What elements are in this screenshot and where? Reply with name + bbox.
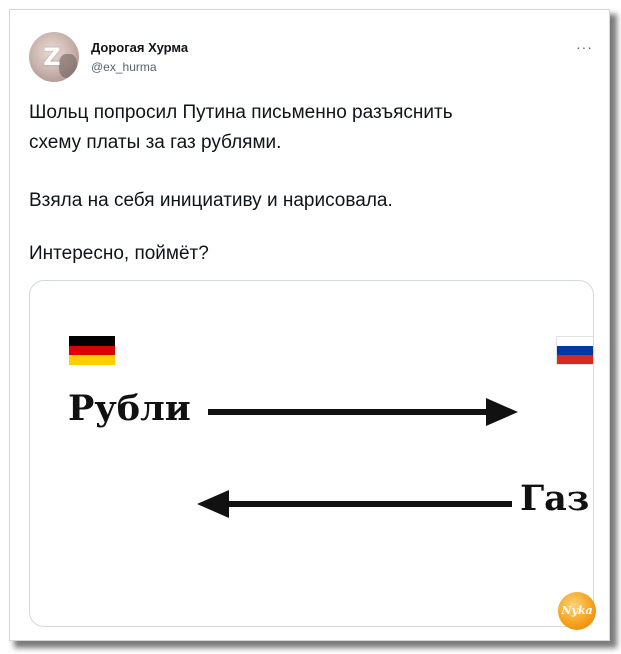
- watermark-logo: Nyka: [558, 592, 596, 630]
- russia-flag-icon: [556, 336, 593, 365]
- author-display-name[interactable]: Дорогая Хурма: [91, 40, 188, 55]
- avatar[interactable]: Z: [29, 32, 79, 82]
- tweet-text-line: схему платы за газ рублями.: [29, 132, 282, 153]
- author-handle[interactable]: @ex_hurma: [91, 60, 157, 74]
- gas-label: Газ: [520, 478, 590, 519]
- tweet-card: Z Дорогая Хурма @ex_hurma ··· Шольц попр…: [9, 9, 610, 641]
- tweet-text-line: Взяла на себя инициативу и нарисовала.: [29, 190, 393, 211]
- germany-flag-icon: [69, 336, 115, 365]
- arrow-left-icon: [197, 490, 512, 518]
- tweet-text-line: Интересно, поймёт?: [29, 243, 209, 264]
- arrow-right-icon: [208, 398, 518, 426]
- z-logo-icon: Z: [43, 43, 61, 71]
- more-options-icon[interactable]: ···: [576, 40, 593, 54]
- tweet-image[interactable]: Рубли Газ: [29, 280, 594, 627]
- tweet-text-line: Шольц попросил Путина письменно разъясни…: [29, 102, 453, 123]
- rubles-label: Рубли: [68, 388, 191, 429]
